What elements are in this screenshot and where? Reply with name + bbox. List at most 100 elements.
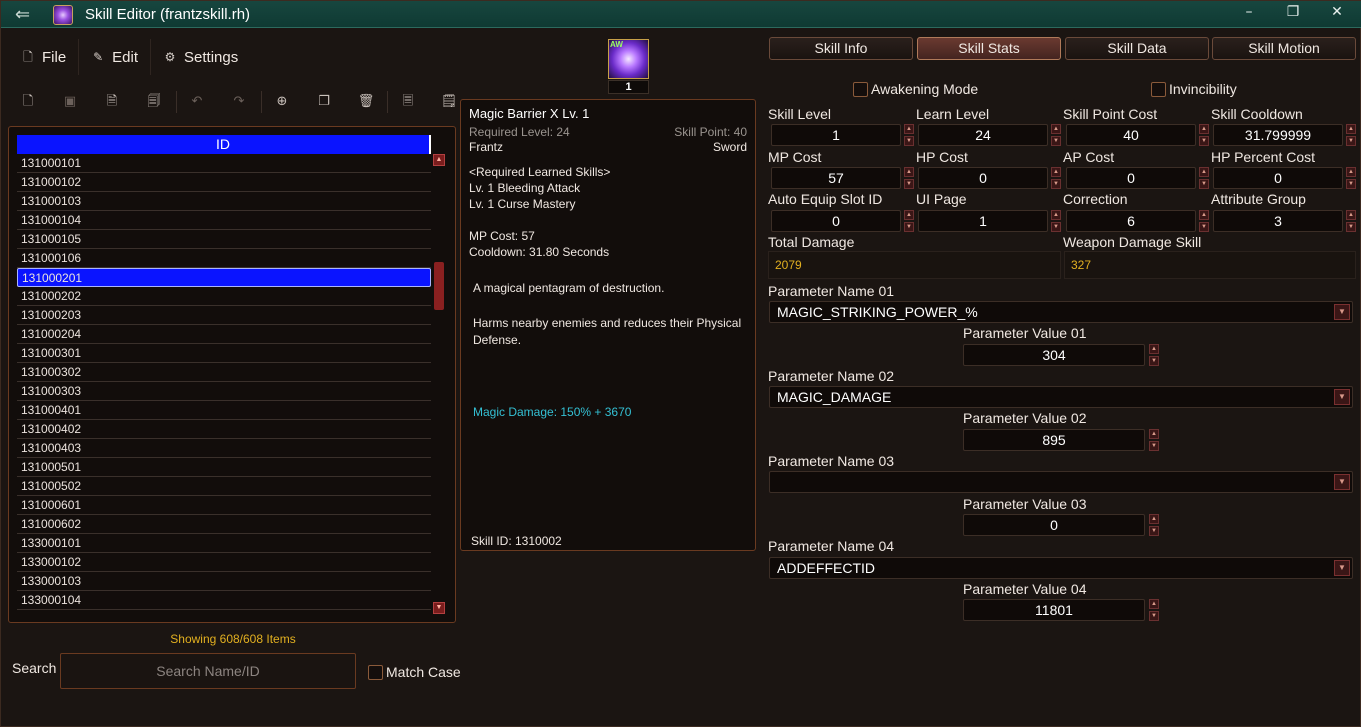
- list-item[interactable]: 133000101: [17, 534, 431, 553]
- param-value-01-input[interactable]: 304: [963, 344, 1145, 366]
- scroll-up-icon[interactable]: ▲: [433, 154, 445, 166]
- learn-level-field[interactable]: 24 ▲ ▼: [918, 124, 1061, 146]
- paste-icon[interactable]: 🗒: [438, 91, 460, 113]
- chevron-down-icon[interactable]: ▼: [1334, 560, 1350, 576]
- spin-up-icon[interactable]: ▲: [1199, 210, 1209, 220]
- spin-up-icon[interactable]: ▲: [904, 210, 914, 220]
- spin-down-icon[interactable]: ▼: [1199, 136, 1209, 146]
- hp-cost-input[interactable]: 0: [918, 167, 1048, 189]
- list-item[interactable]: 131000403: [17, 439, 431, 458]
- redo-icon[interactable]: ↷: [228, 91, 250, 113]
- spin-up-icon[interactable]: ▲: [1051, 210, 1061, 220]
- awakening-mode-box[interactable]: [853, 81, 868, 97]
- list-item[interactable]: 131000103: [17, 192, 431, 211]
- list-item[interactable]: 131000602: [17, 515, 431, 534]
- param-name-02-select[interactable]: MAGIC_DAMAGE ▼: [769, 386, 1353, 408]
- scroll-thumb[interactable]: [434, 262, 444, 310]
- correction-input[interactable]: 6: [1066, 210, 1196, 232]
- undo-icon[interactable]: ↶: [186, 91, 208, 113]
- list-item[interactable]: 131000201: [17, 268, 431, 287]
- skill-level-field[interactable]: 1 ▲ ▼: [771, 124, 914, 146]
- param-name-04-select[interactable]: ADDEFFECTID ▼: [769, 557, 1353, 579]
- auto-equip-field[interactable]: 0 ▲ ▼: [771, 210, 914, 232]
- list-item[interactable]: 131000303: [17, 382, 431, 401]
- spin-up-icon[interactable]: ▲: [1149, 429, 1159, 439]
- tab-skill-data[interactable]: Skill Data: [1065, 37, 1209, 60]
- skill-cooldown-field[interactable]: 31.799999 ▲ ▼: [1213, 124, 1356, 146]
- tab-skill-motion[interactable]: Skill Motion: [1212, 37, 1356, 60]
- skill-point-cost-input[interactable]: 40: [1066, 124, 1196, 146]
- spin-down-icon[interactable]: ▼: [1051, 136, 1061, 146]
- list-item[interactable]: 131000401: [17, 401, 431, 420]
- param-value-01-field[interactable]: 304 ▲ ▼: [963, 344, 1163, 366]
- param-value-03-field[interactable]: 0 ▲ ▼: [963, 514, 1163, 536]
- param-value-03-input[interactable]: 0: [963, 514, 1145, 536]
- match-case-box[interactable]: [368, 664, 383, 680]
- list-item[interactable]: 131000302: [17, 363, 431, 382]
- list-item[interactable]: 133000201: [17, 610, 431, 614]
- spin-up-icon[interactable]: ▲: [1149, 599, 1159, 609]
- mp-cost-field[interactable]: 57 ▲ ▼: [771, 167, 914, 189]
- skill-cooldown-input[interactable]: 31.799999: [1213, 124, 1343, 146]
- spin-down-icon[interactable]: ▼: [1199, 179, 1209, 189]
- spin-down-icon[interactable]: ▼: [1199, 222, 1209, 232]
- save-icon[interactable]: ▣: [59, 91, 81, 113]
- close-button[interactable]: ✕: [1325, 4, 1349, 24]
- mp-cost-input[interactable]: 57: [771, 167, 901, 189]
- spin-up-icon[interactable]: ▲: [904, 167, 914, 177]
- param-value-02-input[interactable]: 895: [963, 429, 1145, 451]
- auto-equip-input[interactable]: 0: [771, 210, 901, 232]
- spin-down-icon[interactable]: ▼: [904, 222, 914, 232]
- list-item[interactable]: 131000501: [17, 458, 431, 477]
- list-item[interactable]: 131000104: [17, 211, 431, 230]
- list-header-id[interactable]: ID: [17, 135, 431, 154]
- attribute-group-input[interactable]: 3: [1213, 210, 1343, 232]
- spin-up-icon[interactable]: ▲: [1051, 167, 1061, 177]
- hp-percent-cost-input[interactable]: 0: [1213, 167, 1343, 189]
- list-scrollbar[interactable]: ▲ ▼: [433, 154, 445, 616]
- spin-up-icon[interactable]: ▲: [1346, 210, 1356, 220]
- ui-page-input[interactable]: 1: [918, 210, 1048, 232]
- spin-up-icon[interactable]: ▲: [1149, 514, 1159, 524]
- tab-skill-stats[interactable]: Skill Stats: [917, 37, 1061, 60]
- match-case-checkbox[interactable]: Match Case: [368, 664, 461, 680]
- list-item[interactable]: 131000202: [17, 287, 431, 306]
- hp-percent-cost-field[interactable]: 0 ▲ ▼: [1213, 167, 1356, 189]
- spin-up-icon[interactable]: ▲: [1346, 167, 1356, 177]
- invincibility-checkbox[interactable]: Invincibility: [1151, 81, 1237, 97]
- spin-up-icon[interactable]: ▲: [1199, 124, 1209, 134]
- param-name-01-select[interactable]: MAGIC_STRIKING_POWER_% ▼: [769, 301, 1353, 323]
- spin-down-icon[interactable]: ▼: [1346, 136, 1356, 146]
- ap-cost-input[interactable]: 0: [1066, 167, 1196, 189]
- save-as-icon[interactable]: 🗎: [101, 91, 123, 113]
- list-item[interactable]: 133000103: [17, 572, 431, 591]
- list-item[interactable]: 131000601: [17, 496, 431, 515]
- search-input[interactable]: Search Name/ID: [60, 653, 356, 689]
- scroll-down-icon[interactable]: ▼: [433, 602, 445, 614]
- list-item[interactable]: 131000101: [17, 154, 431, 173]
- invincibility-box[interactable]: [1151, 81, 1166, 97]
- menu-file[interactable]: 🗋 File: [9, 39, 80, 75]
- import-icon[interactable]: 🗏: [397, 91, 419, 113]
- ui-page-field[interactable]: 1 ▲ ▼: [918, 210, 1061, 232]
- minimize-button[interactable]: –: [1237, 4, 1261, 24]
- list-item[interactable]: 133000102: [17, 553, 431, 572]
- correction-field[interactable]: 6 ▲ ▼: [1066, 210, 1209, 232]
- param-value-04-field[interactable]: 11801 ▲ ▼: [963, 599, 1163, 621]
- spin-down-icon[interactable]: ▼: [1149, 611, 1159, 621]
- chevron-down-icon[interactable]: ▼: [1334, 389, 1350, 405]
- delete-icon[interactable]: 🗑: [355, 91, 377, 113]
- export-icon[interactable]: 🗐: [143, 91, 165, 113]
- awakening-mode-checkbox[interactable]: Awakening Mode: [853, 81, 978, 97]
- param-name-03-select[interactable]: ▼: [769, 471, 1353, 493]
- maximize-button[interactable]: ❐: [1281, 4, 1305, 24]
- spin-up-icon[interactable]: ▲: [904, 124, 914, 134]
- spin-down-icon[interactable]: ▼: [1051, 179, 1061, 189]
- back-button[interactable]: ⇐: [9, 4, 47, 25]
- attribute-group-field[interactable]: 3 ▲ ▼: [1213, 210, 1356, 232]
- spin-down-icon[interactable]: ▼: [1346, 222, 1356, 232]
- list-item[interactable]: 131000203: [17, 306, 431, 325]
- hp-cost-field[interactable]: 0 ▲ ▼: [918, 167, 1061, 189]
- spin-down-icon[interactable]: ▼: [1149, 441, 1159, 451]
- spin-up-icon[interactable]: ▲: [1199, 167, 1209, 177]
